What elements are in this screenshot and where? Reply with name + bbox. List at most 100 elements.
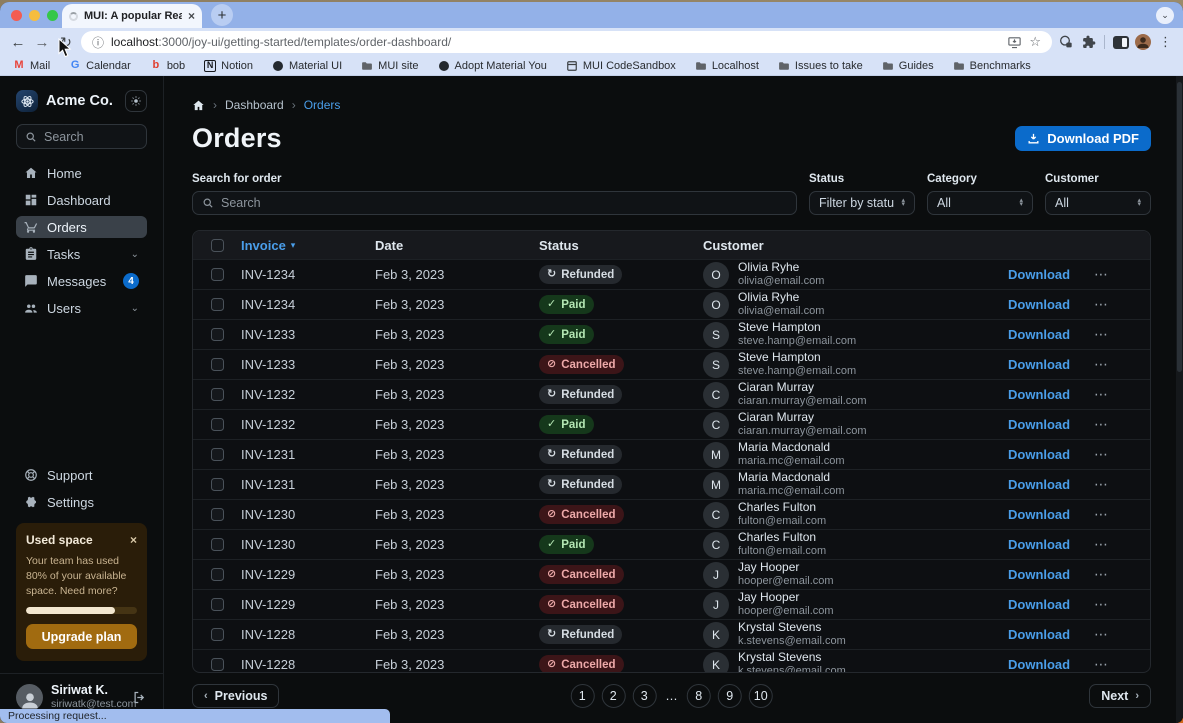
next-page-button[interactable]: Next › bbox=[1089, 684, 1151, 708]
row-checkbox[interactable] bbox=[211, 448, 224, 461]
download-link[interactable]: Download bbox=[1008, 387, 1070, 402]
row-menu-kebab-icon[interactable]: ⋯ bbox=[1094, 626, 1150, 643]
extension-lock-icon[interactable] bbox=[1058, 34, 1074, 50]
order-search-input[interactable] bbox=[221, 196, 787, 210]
page-number-button[interactable]: 9 bbox=[718, 684, 742, 708]
minimize-window-button[interactable] bbox=[29, 10, 40, 21]
row-checkbox[interactable] bbox=[211, 328, 224, 341]
filter-select[interactable]: All ▴▾ bbox=[1045, 191, 1151, 215]
close-icon[interactable]: × bbox=[130, 534, 137, 546]
row-checkbox[interactable] bbox=[211, 418, 224, 431]
bookmark-item[interactable]: Benchmarks bbox=[953, 60, 1031, 72]
bookmark-item[interactable]: Localhost bbox=[695, 60, 759, 72]
back-button[interactable]: ← bbox=[9, 34, 27, 51]
page-number-button[interactable]: … bbox=[663, 684, 680, 708]
select-all-checkbox[interactable] bbox=[211, 239, 224, 252]
browser-tab[interactable]: MUI: A popular React UI fram × bbox=[62, 4, 202, 28]
bookmark-item[interactable]: G Calendar bbox=[69, 60, 131, 72]
row-menu-kebab-icon[interactable]: ⋯ bbox=[1094, 386, 1150, 403]
sidebar-search-input[interactable] bbox=[44, 130, 138, 144]
bookmark-item[interactable]: MUI CodeSandbox bbox=[566, 60, 676, 72]
row-checkbox[interactable] bbox=[211, 568, 224, 581]
download-link[interactable]: Download bbox=[1008, 327, 1070, 342]
sidebar-nav-item[interactable]: Tasks ⌄ bbox=[16, 243, 147, 265]
install-app-icon[interactable] bbox=[1007, 35, 1022, 50]
bookmark-item[interactable]: Issues to take bbox=[778, 60, 863, 72]
bookmark-star-icon[interactable]: ☆ bbox=[1029, 34, 1041, 50]
download-link[interactable]: Download bbox=[1008, 657, 1070, 672]
sidebar-nav-item[interactable]: Home bbox=[16, 162, 147, 184]
bookmark-item[interactable]: M Mail bbox=[13, 60, 50, 72]
download-link[interactable]: Download bbox=[1008, 417, 1070, 432]
download-link[interactable]: Download bbox=[1008, 477, 1070, 492]
download-link[interactable]: Download bbox=[1008, 537, 1070, 552]
download-pdf-button[interactable]: Download PDF bbox=[1015, 126, 1151, 151]
upgrade-plan-button[interactable]: Upgrade plan bbox=[26, 624, 137, 649]
download-link[interactable]: Download bbox=[1008, 597, 1070, 612]
row-checkbox[interactable] bbox=[211, 268, 224, 281]
row-checkbox[interactable] bbox=[211, 658, 224, 671]
address-bar[interactable]: ⓘ localhost:3000/joy-ui/getting-started/… bbox=[81, 31, 1052, 53]
page-number-button[interactable]: 10 bbox=[749, 684, 773, 708]
page-number-button[interactable]: 2 bbox=[601, 684, 625, 708]
sidebar-nav-item[interactable]: Settings bbox=[16, 491, 147, 513]
breadcrumb-item[interactable]: Orders bbox=[304, 98, 341, 112]
row-checkbox[interactable] bbox=[211, 358, 224, 371]
download-link[interactable]: Download bbox=[1008, 447, 1070, 462]
row-menu-kebab-icon[interactable]: ⋯ bbox=[1094, 506, 1150, 523]
order-search-field[interactable] bbox=[192, 191, 797, 215]
filter-select[interactable]: Filter by status ▴▾ bbox=[809, 191, 915, 215]
zoom-window-button[interactable] bbox=[47, 10, 58, 21]
tab-strip-chevron-icon[interactable]: ⌄ bbox=[1156, 7, 1174, 24]
theme-toggle-button[interactable] bbox=[125, 90, 147, 112]
bookmark-item[interactable]: Material UI bbox=[272, 60, 342, 72]
bookmark-item[interactable]: Adopt Material You bbox=[438, 60, 547, 72]
home-icon[interactable] bbox=[192, 99, 205, 112]
row-menu-kebab-icon[interactable]: ⋯ bbox=[1094, 296, 1150, 313]
download-link[interactable]: Download bbox=[1008, 357, 1070, 372]
sidebar-search[interactable] bbox=[16, 124, 147, 149]
row-checkbox[interactable] bbox=[211, 598, 224, 611]
row-checkbox[interactable] bbox=[211, 388, 224, 401]
bookmark-item[interactable]: b bob bbox=[150, 60, 185, 72]
sidebar-nav-item[interactable]: Messages 4 bbox=[16, 270, 147, 292]
side-panel-icon[interactable] bbox=[1113, 36, 1129, 49]
logout-icon[interactable] bbox=[132, 690, 147, 705]
row-menu-kebab-icon[interactable]: ⋯ bbox=[1094, 566, 1150, 583]
browser-menu-icon[interactable]: ⋮ bbox=[1157, 34, 1174, 50]
sidebar-nav-item[interactable]: Support bbox=[16, 464, 147, 486]
row-menu-kebab-icon[interactable]: ⋯ bbox=[1094, 536, 1150, 553]
download-link[interactable]: Download bbox=[1008, 507, 1070, 522]
download-link[interactable]: Download bbox=[1008, 627, 1070, 642]
row-checkbox[interactable] bbox=[211, 298, 224, 311]
sidebar-nav-item[interactable]: Users ⌄ bbox=[16, 297, 147, 319]
browser-profile-avatar[interactable] bbox=[1135, 34, 1151, 50]
row-menu-kebab-icon[interactable]: ⋯ bbox=[1094, 446, 1150, 463]
site-info-icon[interactable]: ⓘ bbox=[92, 34, 104, 51]
row-menu-kebab-icon[interactable]: ⋯ bbox=[1094, 656, 1150, 673]
row-checkbox[interactable] bbox=[211, 508, 224, 521]
new-tab-button[interactable]: + bbox=[211, 4, 233, 26]
page-number-button[interactable]: 8 bbox=[687, 684, 711, 708]
page-number-button[interactable]: 1 bbox=[570, 684, 594, 708]
sidebar-nav-item[interactable]: Dashboard bbox=[16, 189, 147, 211]
breadcrumb-item[interactable]: Dashboard bbox=[225, 98, 284, 112]
bookmark-item[interactable]: N Notion bbox=[204, 60, 253, 72]
filter-select[interactable]: All ▴▾ bbox=[927, 191, 1033, 215]
row-menu-kebab-icon[interactable]: ⋯ bbox=[1094, 326, 1150, 343]
row-menu-kebab-icon[interactable]: ⋯ bbox=[1094, 596, 1150, 613]
download-link[interactable]: Download bbox=[1008, 297, 1070, 312]
download-link[interactable]: Download bbox=[1008, 267, 1070, 282]
bookmark-item[interactable]: MUI site bbox=[361, 60, 418, 72]
row-menu-kebab-icon[interactable]: ⋯ bbox=[1094, 356, 1150, 373]
tab-close-icon[interactable]: × bbox=[188, 10, 195, 22]
row-checkbox[interactable] bbox=[211, 478, 224, 491]
column-header-invoice[interactable]: Invoice ▾ bbox=[241, 238, 375, 253]
download-link[interactable]: Download bbox=[1008, 567, 1070, 582]
sidebar-nav-item[interactable]: Orders bbox=[16, 216, 147, 238]
extensions-puzzle-icon[interactable] bbox=[1080, 34, 1096, 50]
row-menu-kebab-icon[interactable]: ⋯ bbox=[1094, 266, 1150, 283]
page-number-button[interactable]: 3 bbox=[632, 684, 656, 708]
row-checkbox[interactable] bbox=[211, 628, 224, 641]
row-checkbox[interactable] bbox=[211, 538, 224, 551]
